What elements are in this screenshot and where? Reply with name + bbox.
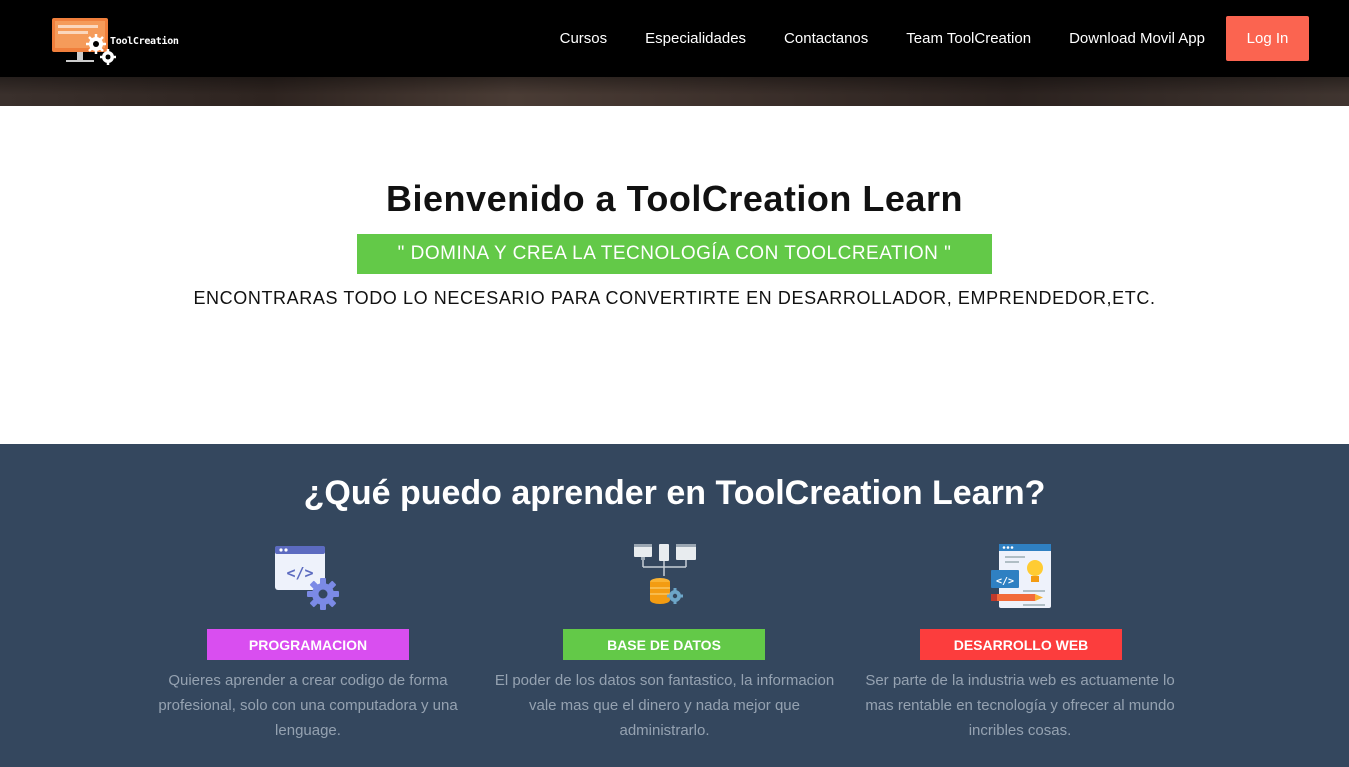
slogan-banner: " DOMINA Y CREA LA TECNOLOGÍA CON TOOLCR… bbox=[357, 234, 992, 274]
welcome-subtitle: ENCONTRARAS TODO LO NECESARIO PARA CONVE… bbox=[193, 288, 1156, 308]
svg-text:</>: </> bbox=[286, 564, 313, 582]
logo[interactable]: ToolCreation bbox=[52, 17, 197, 67]
database-network-icon bbox=[634, 544, 696, 604]
badge-desarrollo-web[interactable]: DESARROLLO WEB bbox=[920, 629, 1122, 660]
login-button[interactable]: Log In bbox=[1226, 16, 1309, 61]
features-title: ¿Qué puedo aprender en ToolCreation Lear… bbox=[303, 474, 1046, 512]
navbar: ToolCreation Cursos Especialidades Conta… bbox=[0, 0, 1349, 77]
nav-link-contactanos[interactable]: Contactanos bbox=[784, 30, 868, 47]
logo-text: ToolCreation bbox=[110, 36, 179, 47]
nav-link-cursos[interactable]: Cursos bbox=[560, 30, 608, 47]
web-design-icon: </> bbox=[991, 544, 1051, 608]
card-description: Quieres aprender a crear codigo de forma… bbox=[158, 672, 458, 739]
code-gear-icon: </> bbox=[275, 546, 339, 610]
nav-link-especialidades[interactable]: Especialidades bbox=[645, 30, 746, 47]
welcome-title: Bienvenido a ToolCreation Learn bbox=[386, 178, 963, 219]
card-description: El poder de los datos son fantastico, la… bbox=[494, 672, 835, 739]
nav-links: Cursos Especialidades Contactanos Team T… bbox=[560, 0, 1309, 77]
nav-link-download-app[interactable]: Download Movil App bbox=[1069, 30, 1205, 47]
svg-text:</>: </> bbox=[996, 576, 1014, 587]
card-description: Ser parte de la industria web es actuame… bbox=[865, 672, 1175, 739]
features-section: ¿Qué puedo aprender en ToolCreation Lear… bbox=[0, 444, 1349, 767]
hero-image-strip bbox=[0, 77, 1349, 106]
nav-link-team[interactable]: Team ToolCreation bbox=[906, 30, 1031, 47]
badge-programacion[interactable]: PROGRAMACION bbox=[207, 629, 409, 660]
badge-base-de-datos[interactable]: BASE DE DATOS bbox=[563, 629, 765, 660]
